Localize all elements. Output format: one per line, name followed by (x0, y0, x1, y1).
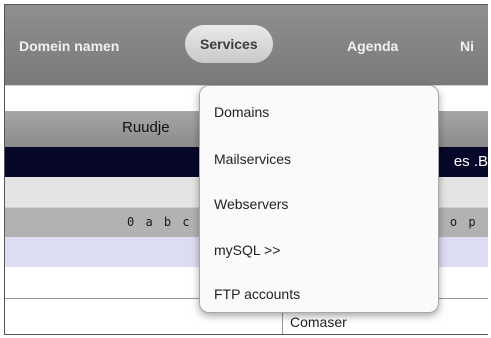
nav-item-services[interactable]: Services (185, 25, 273, 63)
nav-item-agenda[interactable]: Agenda (347, 38, 398, 54)
menu-item-ftp-accounts[interactable]: FTP accounts (214, 286, 300, 302)
letter-index-left[interactable]: 0 a b c (127, 215, 192, 229)
menu-item-mailservices[interactable]: Mailservices (214, 151, 291, 167)
page-frame: Domein namen Services Agenda Ni Ruudje e… (4, 4, 488, 335)
nav-item-partial[interactable]: Ni (460, 38, 474, 54)
table-header-text: es .BE (453, 153, 488, 170)
nav-item-domein-namen[interactable]: Domein namen (19, 38, 119, 54)
table-title: Ruudje (122, 119, 170, 136)
menu-item-domains[interactable]: Domains (214, 104, 269, 120)
table-cell: Comaser (290, 314, 347, 330)
services-dropdown-menu: Domains Mailservices Webservers mySQL >>… (199, 85, 439, 313)
letter-index-right[interactable]: o p c (450, 215, 488, 229)
menu-item-mysql[interactable]: mySQL >> (214, 242, 280, 258)
menu-item-webservers[interactable]: Webservers (214, 196, 288, 212)
top-nav: Domein namen Services Agenda Ni (5, 5, 488, 86)
